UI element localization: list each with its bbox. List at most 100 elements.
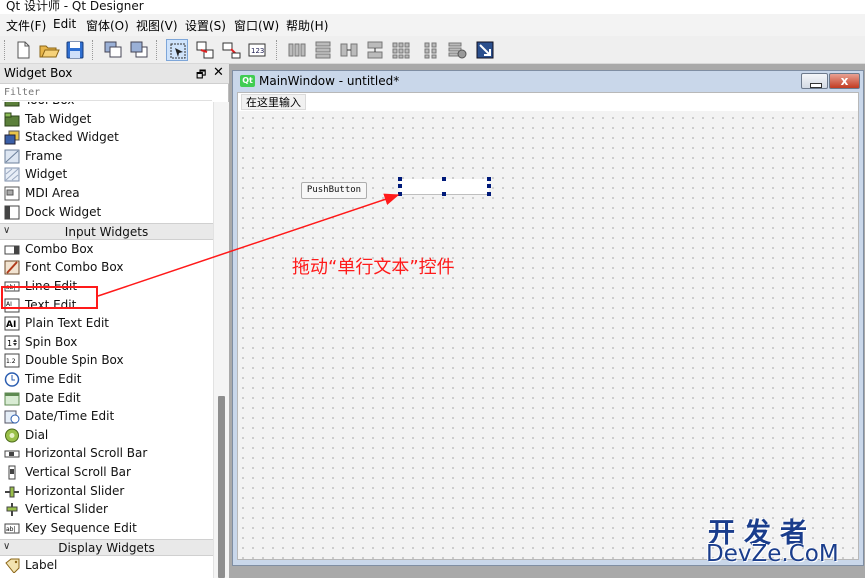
widget-item-font-combo-box[interactable]: Font Combo Box	[0, 259, 213, 277]
widget-item-double-spin-box[interactable]: 1.2 Double Spin Box	[0, 352, 213, 370]
layout-grid-icon[interactable]	[390, 39, 412, 61]
send-to-back-icon[interactable]	[102, 39, 124, 61]
widget-item-label: Widget	[25, 167, 68, 181]
save-icon[interactable]	[64, 39, 86, 61]
layout-vertical-splitter-icon[interactable]	[364, 39, 386, 61]
menu-view[interactable]: 视图(V)	[136, 17, 178, 34]
widget-list-scrollbar[interactable]	[213, 102, 229, 578]
widget-item-label: Tab Widget	[25, 112, 92, 126]
tool-box-icon	[4, 102, 20, 108]
widget-item-widget[interactable]: Widget	[0, 166, 213, 184]
toolbar-separator	[276, 40, 278, 60]
new-file-icon[interactable]	[12, 39, 34, 61]
widget-item-spin-box[interactable]: 1 Spin Box	[0, 334, 213, 352]
edit-widgets-icon[interactable]	[166, 39, 188, 61]
category-header[interactable]: ∨ Input Widgets	[0, 223, 213, 240]
widget-item-vertical-scroll-bar[interactable]: Vertical Scroll Bar	[0, 464, 213, 482]
widget-item-label[interactable]: Label	[0, 557, 213, 575]
layout-horizontal-splitter-icon[interactable]	[338, 39, 360, 61]
toolbar-separator	[92, 40, 94, 60]
menu-window[interactable]: 窗口(W)	[234, 17, 279, 34]
menu-help[interactable]: 帮助(H)	[286, 17, 328, 34]
form-menu-bar: 在这里输入	[238, 93, 858, 111]
vertical-scroll-bar-icon	[4, 465, 20, 480]
close-dock-icon[interactable]: ✕	[213, 65, 224, 80]
widget-item-dock-widget[interactable]: Dock Widget	[0, 204, 213, 222]
menu-settings[interactable]: 设置(S)	[185, 17, 226, 34]
widget-item-stacked-widget[interactable]: Stacked Widget	[0, 129, 213, 147]
dial-icon	[4, 428, 20, 443]
svg-text:123: 123	[251, 47, 264, 55]
horizontal-slider-icon	[4, 484, 20, 499]
widget-filter-input[interactable]	[2, 85, 212, 101]
widget-item-frame[interactable]: Frame	[0, 148, 213, 166]
widget-item-label: Combo Box	[25, 242, 94, 256]
layout-form-icon[interactable]	[420, 39, 442, 61]
bring-to-front-icon[interactable]	[128, 39, 150, 61]
layout-vertical-icon[interactable]	[312, 39, 334, 61]
widget-item-label: Font Combo Box	[25, 260, 124, 274]
edit-tab-order-icon[interactable]: 123	[246, 39, 268, 61]
widget-item-label: Time Edit	[25, 372, 82, 386]
selection-handle[interactable]	[398, 177, 402, 181]
selection-handle[interactable]	[487, 184, 491, 188]
open-file-icon[interactable]	[38, 39, 60, 61]
widget-item-combo-box[interactable]: Combo Box	[0, 241, 213, 259]
tab-widget-icon	[4, 112, 20, 127]
widget-item-label: Spin Box	[25, 335, 78, 349]
stacked-widget-icon	[4, 130, 20, 145]
widget-item-label: Label	[25, 558, 58, 572]
app-title-bar: Qt 设计师 - Qt Designer	[0, 0, 865, 14]
widget-list: Tool Box Tab Widget Stacked Widget Frame Wid…	[0, 102, 213, 578]
widget-item-label: Dock Widget	[25, 205, 102, 219]
app-title: Qt 设计师 - Qt Designer	[6, 0, 144, 13]
key-sequence-edit-icon: ab|	[4, 521, 20, 536]
menu-form[interactable]: 窗体(O)	[86, 17, 129, 34]
font-combo-box-icon	[4, 260, 20, 275]
widget-item-horizontal-scroll-bar[interactable]: Horizontal Scroll Bar	[0, 445, 213, 463]
selection-handle[interactable]	[487, 177, 491, 181]
widget-item-key-sequence-edit[interactable]: ab| Key Sequence Edit	[0, 520, 213, 538]
widget-item-vertical-slider[interactable]: Vertical Slider	[0, 501, 213, 519]
selection-handle[interactable]	[442, 177, 446, 181]
menu-edit[interactable]: Edit	[53, 17, 76, 31]
widget-item-label: Key Sequence Edit	[25, 521, 137, 535]
form-menu-type-here[interactable]: 在这里输入	[241, 94, 306, 110]
watermark-line2: DevZe.CoM	[706, 541, 839, 567]
widget-item-date-time-edit[interactable]: Date/Time Edit	[0, 408, 213, 426]
edit-signals-slots-icon[interactable]	[194, 39, 216, 61]
layout-horizontal-icon[interactable]	[286, 39, 308, 61]
form-push-button[interactable]: PushButton	[301, 182, 367, 199]
selection-handle[interactable]	[398, 192, 402, 196]
break-layout-icon[interactable]	[446, 39, 468, 61]
close-button[interactable]: x	[829, 73, 860, 89]
menu-file[interactable]: 文件(F)	[6, 17, 46, 34]
widget-item-horizontal-slider[interactable]: Horizontal Slider	[0, 483, 213, 501]
selection-handle[interactable]	[487, 192, 491, 196]
widget-item-tab-widget[interactable]: Tab Widget	[0, 111, 213, 129]
subwindow-title: MainWindow - untitled*	[259, 74, 400, 88]
selection-handle[interactable]	[398, 184, 402, 188]
widget-item-plain-text-edit[interactable]: AI Plain Text Edit	[0, 315, 213, 333]
widget-item-time-edit[interactable]: Time Edit	[0, 371, 213, 389]
scrollbar-thumb[interactable]	[218, 396, 225, 578]
minimize-button[interactable]	[801, 73, 828, 89]
widget-box-title: Widget Box	[4, 66, 73, 80]
form-canvas[interactable]: 在这里输入	[237, 92, 859, 560]
widget-box-header: Widget Box 🗗 ✕	[0, 64, 229, 84]
qt-logo-icon: Qt	[240, 75, 255, 87]
double-spin-box-icon: 1.2	[4, 353, 20, 368]
edit-buddies-icon[interactable]	[220, 39, 242, 61]
widget-item-dial[interactable]: Dial	[0, 427, 213, 445]
selection-handle[interactable]	[442, 192, 446, 196]
form-subwindow[interactable]: Qt MainWindow - untitled* x 在这里输入	[232, 70, 864, 566]
svg-text:1.2: 1.2	[6, 358, 16, 365]
date-time-edit-icon	[4, 409, 20, 424]
widget-item-date-edit[interactable]: Date Edit	[0, 390, 213, 408]
float-dock-icon[interactable]: 🗗	[196, 66, 206, 85]
category-header[interactable]: ∨ Display Widgets	[0, 539, 213, 556]
adjust-size-icon[interactable]	[474, 39, 496, 61]
widget-item-mdi-area[interactable]: MDI Area	[0, 185, 213, 203]
widget-item-tool-box[interactable]: Tool Box	[0, 102, 213, 110]
highlight-box	[1, 286, 98, 309]
